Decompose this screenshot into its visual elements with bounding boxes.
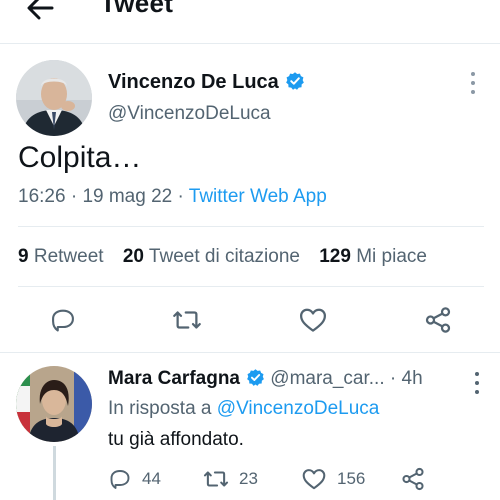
- thread-line: [53, 446, 56, 500]
- divider: [18, 226, 484, 227]
- quotes-stat[interactable]: 20 Tweet di citazione: [123, 246, 300, 267]
- verified-badge-icon: [247, 369, 264, 386]
- reply-share-button[interactable]: [400, 466, 436, 492]
- tweet-time[interactable]: 16:26: [18, 186, 66, 207]
- reply-button[interactable]: [46, 303, 80, 337]
- tweet-stats: 9 Retweet 20 Tweet di citazione 129 Mi p…: [18, 246, 441, 268]
- section-divider: [0, 352, 500, 353]
- reply-text: tu già affondato.: [108, 429, 244, 450]
- author-handle[interactable]: @VincenzoDeLuca: [108, 103, 271, 125]
- reply-like-button[interactable]: 156: [301, 466, 365, 492]
- retweets-stat[interactable]: 9 Retweet: [18, 246, 104, 267]
- retweet-icon: [203, 471, 229, 487]
- retweet-icon: [173, 311, 201, 329]
- verified-badge-icon: [285, 72, 304, 90]
- back-button[interactable]: [22, 0, 58, 26]
- like-icon: [302, 469, 326, 490]
- back-arrow-icon: [27, 0, 54, 20]
- reply-reply-button[interactable]: 44: [108, 466, 161, 492]
- author-avatar[interactable]: [16, 60, 92, 136]
- reply-icon: [52, 309, 74, 332]
- tweet-source-link[interactable]: Twitter Web App: [189, 186, 327, 207]
- reply-header: Mara Carfagna @mara_car... · 4h: [108, 368, 423, 389]
- share-icon: [425, 307, 451, 333]
- reply-author-photo: [16, 366, 92, 442]
- tweet-text: Colpita…: [18, 141, 142, 174]
- share-button[interactable]: [421, 303, 455, 337]
- author-photo: [16, 60, 92, 136]
- more-options-icon[interactable]: [468, 72, 478, 102]
- replying-to-mention[interactable]: @VincenzoDeLuca: [217, 398, 380, 419]
- tweet-meta: 16:26 · 19 mag 22 · Twitter Web App: [18, 186, 327, 207]
- page-title: Tweet: [100, 0, 174, 18]
- replying-to: In risposta a @VincenzoDeLuca: [108, 398, 380, 419]
- reply-author-handle[interactable]: @mara_car...: [270, 368, 384, 389]
- reply-icon: [110, 470, 130, 489]
- reply-count: 44: [142, 469, 161, 488]
- reply-author-name[interactable]: Mara Carfagna: [108, 368, 240, 389]
- like-count: 156: [337, 469, 366, 488]
- likes-stat[interactable]: 129 Mi piace: [319, 246, 427, 267]
- reply-author-avatar[interactable]: [16, 366, 92, 442]
- reply-time[interactable]: 4h: [402, 368, 423, 389]
- like-icon: [300, 308, 326, 332]
- tweet-date[interactable]: 19 mag 22: [82, 186, 172, 207]
- like-button[interactable]: [296, 303, 330, 337]
- author-name[interactable]: Vincenzo De Luca: [108, 71, 305, 94]
- reply-retweet-button[interactable]: 23: [203, 466, 258, 492]
- retweet-count: 23: [239, 469, 258, 488]
- reply-more-options-icon[interactable]: [472, 372, 482, 398]
- share-icon: [402, 467, 424, 491]
- top-bar: Tweet: [0, 0, 500, 44]
- divider: [18, 286, 484, 287]
- retweet-button[interactable]: [170, 303, 204, 337]
